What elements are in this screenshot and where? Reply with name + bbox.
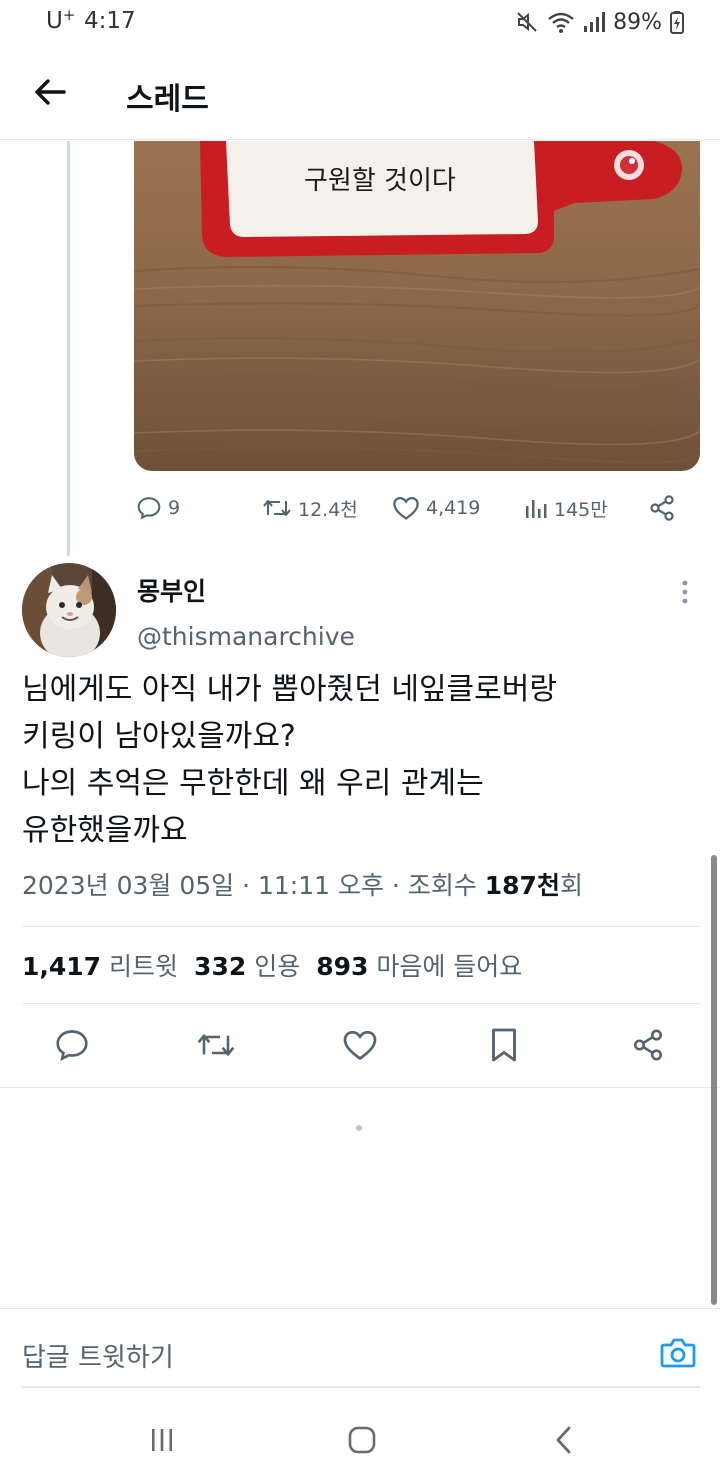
share-icon xyxy=(650,495,674,521)
author-name[interactable]: 몽부인 xyxy=(137,572,206,608)
retweet-icon xyxy=(263,500,291,516)
author-handle[interactable]: @thismanarchive xyxy=(137,622,355,651)
reply-icon xyxy=(137,497,161,520)
more-vertical-icon xyxy=(682,580,688,604)
share-button[interactable] xyxy=(626,1023,670,1067)
heart-icon xyxy=(393,496,419,520)
retweets-number[interactable]: 1,417 xyxy=(22,952,101,981)
tweet-media-image[interactable]: 구원할 것이다 xyxy=(134,141,700,471)
carrier-label: U+ xyxy=(46,6,76,34)
camera-button[interactable] xyxy=(658,1333,698,1373)
retweet-action[interactable]: 12.4천 xyxy=(262,488,358,528)
status-icons: 89% xyxy=(515,9,684,35)
wifi-icon xyxy=(547,10,575,34)
camera-icon xyxy=(660,1338,696,1368)
heart-icon xyxy=(343,1030,377,1061)
like-action[interactable]: 4,419 xyxy=(392,488,480,528)
views-suffix: 회 xyxy=(559,871,583,900)
quotes-label[interactable]: 인용 xyxy=(254,952,300,981)
clock: 4:17 xyxy=(84,8,136,34)
tweet-timestamp-views: 2023년 03월 05일 · 11:11 오후 · 조회수 187천회 xyxy=(22,866,583,902)
quotes-number[interactable]: 332 xyxy=(194,952,246,981)
status-bar: U+ 4:17 89% xyxy=(0,0,720,44)
chevron-left-icon xyxy=(556,1426,571,1454)
arrow-left-icon xyxy=(35,79,66,105)
reply-composer: 답글 트윗하기 xyxy=(0,1308,720,1388)
system-nav-bar xyxy=(0,1400,720,1480)
retweet-button[interactable] xyxy=(194,1023,238,1067)
avatar[interactable] xyxy=(22,563,116,657)
home-icon xyxy=(348,1426,376,1454)
tweet-line: 키링이 남아있을까요? xyxy=(22,719,296,754)
parent-tweet-actions: 9 12.4천 4,419 145만 xyxy=(136,488,696,528)
likes-number[interactable]: 893 xyxy=(316,952,368,981)
reply-action[interactable]: 9 xyxy=(136,488,180,528)
page-title: 스레드 xyxy=(126,82,209,117)
battery-charging-icon xyxy=(670,10,684,34)
loading-indicator xyxy=(356,1125,362,1131)
more-options-button[interactable] xyxy=(676,578,694,606)
divider xyxy=(0,1087,720,1088)
back-nav-button[interactable] xyxy=(544,1422,584,1458)
views-count: 145만 xyxy=(554,498,608,521)
share-action[interactable] xyxy=(648,488,676,528)
tweet-text: 님에게도 아직 내가 뽑아줬던 네잎클로버랑 키링이 남아있을까요? 나의 추억… xyxy=(22,666,702,854)
retweet-count: 12.4천 xyxy=(298,498,358,521)
tweet-actions xyxy=(0,1003,720,1087)
scrollbar[interactable] xyxy=(711,855,717,1305)
like-count: 4,419 xyxy=(426,497,481,519)
retweet-icon xyxy=(197,1034,235,1056)
bookmark-icon xyxy=(492,1028,516,1062)
tweet-line: 님에게도 아직 내가 뽑아줬던 네잎클로버랑 xyxy=(22,672,557,707)
mute-icon xyxy=(515,10,539,34)
recent-apps-icon xyxy=(152,1429,172,1451)
tweet-line: 유한했을까요 xyxy=(22,813,188,848)
reply-button[interactable] xyxy=(50,1023,94,1067)
reply-icon xyxy=(56,1030,88,1061)
battery-percent: 89% xyxy=(613,9,662,35)
reply-underline xyxy=(22,1386,700,1388)
top-app-bar: 스레드 xyxy=(0,44,720,140)
share-icon xyxy=(633,1029,663,1061)
views-action[interactable]: 145만 xyxy=(524,488,608,528)
reply-input[interactable]: 답글 트윗하기 xyxy=(22,1337,174,1374)
patch-text: 구원할 것이다 xyxy=(304,166,456,196)
timestamp: 2023년 03월 05일 · 11:11 오후 · 조회수 xyxy=(22,871,485,900)
home-button[interactable] xyxy=(342,1422,382,1458)
thread-connector xyxy=(67,141,70,556)
back-button[interactable] xyxy=(24,70,76,114)
divider xyxy=(22,926,700,927)
retweets-label[interactable]: 리트윗 xyxy=(109,952,178,981)
tweet-line: 나의 추억은 무한한데 왜 우리 관계는 xyxy=(22,766,484,801)
analytics-icon xyxy=(526,500,547,518)
bookmark-button[interactable] xyxy=(482,1023,526,1067)
likes-label[interactable]: 마음에 들어요 xyxy=(376,952,522,981)
tweet-stats: 1,417 리트윗 332 인용 893 마음에 들어요 xyxy=(22,947,522,983)
reply-count: 9 xyxy=(168,497,181,519)
recent-apps-button[interactable] xyxy=(142,1422,182,1458)
views-number: 187천 xyxy=(484,871,560,900)
signal-icon xyxy=(583,10,606,34)
like-button[interactable] xyxy=(338,1023,382,1067)
